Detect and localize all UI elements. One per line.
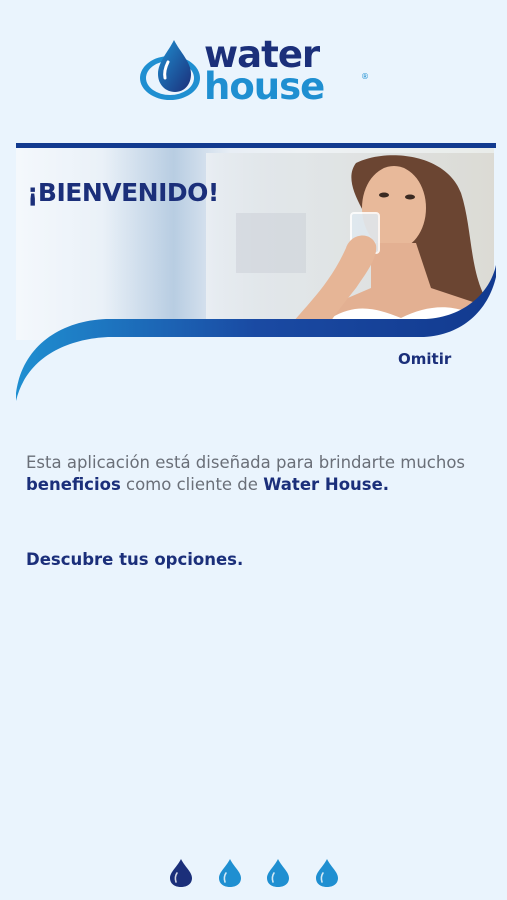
pager-drop-1-icon[interactable]: [168, 858, 194, 888]
intro-description: Esta aplicación está diseñada para brind…: [26, 452, 496, 496]
intro-text-1: Esta aplicación está diseñada para brind…: [26, 453, 466, 472]
intro-text-2: como cliente de: [120, 475, 264, 494]
water-drop-logo-icon: [140, 40, 200, 100]
logo-word-house: house: [204, 65, 325, 108]
water-house-logo: water house ®: [138, 36, 370, 108]
onboarding-pager: [168, 858, 348, 888]
pager-drop-2-icon[interactable]: [217, 858, 243, 888]
pager-drop-3-icon[interactable]: [265, 858, 291, 888]
discover-options-text: Descubre tus opciones.: [26, 550, 244, 569]
registered-mark: ®: [361, 72, 369, 81]
intro-highlight-benefits: beneficios: [26, 475, 121, 494]
pager-drop-4-icon[interactable]: [314, 858, 340, 888]
skip-button[interactable]: Omitir: [398, 350, 451, 368]
intro-highlight-brand: Water House.: [263, 475, 390, 494]
